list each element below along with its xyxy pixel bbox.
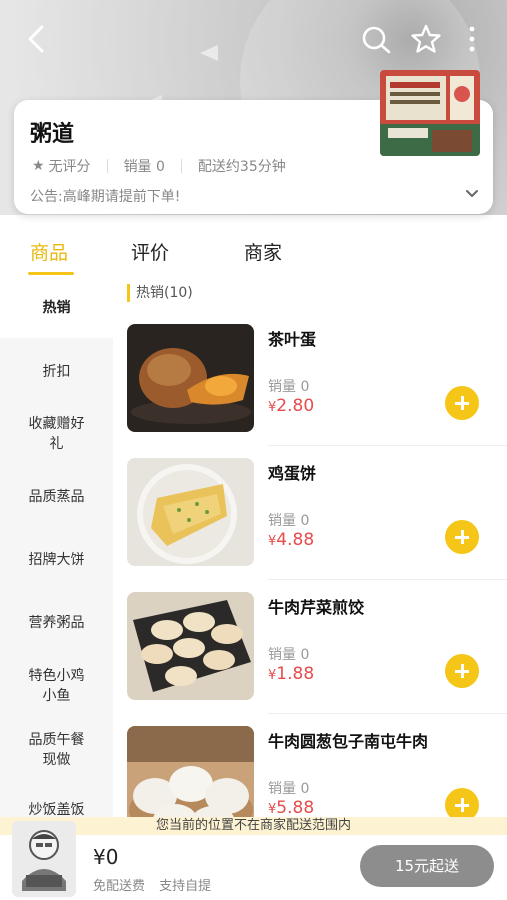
divider — [268, 579, 507, 580]
search-icon[interactable] — [360, 24, 392, 56]
shop-notice: 公告:高峰期请提前下单! — [30, 189, 181, 205]
self-pickup-label: 支持自提 — [159, 879, 212, 894]
sidebar-item-pancake[interactable]: 招牌大饼 — [0, 550, 113, 570]
product-item[interactable]: 鸡蛋饼 销量 0 ¥4.88 — [127, 458, 507, 592]
product-price: ¥2.80 — [268, 396, 315, 416]
add-to-cart-button[interactable] — [445, 386, 479, 420]
shop-stats: ★ 无评分 销量 0 配送约35分钟 — [32, 156, 286, 176]
cart-icon[interactable] — [12, 821, 76, 897]
sidebar-item-hot[interactable]: 热销 — [0, 278, 113, 338]
shop-logo-image — [380, 70, 480, 156]
tab-merchant[interactable]: 商家 — [244, 238, 282, 265]
sidebar-item-chicken-fish[interactable]: 特色小鸡小鱼 — [0, 666, 113, 706]
shop-delivery-time: 配送约35分钟 — [197, 159, 286, 175]
divider — [180, 159, 182, 173]
product-item[interactable]: 茶叶蛋 销量 0 ¥2.80 — [127, 324, 507, 458]
tab-reviews[interactable]: 评价 — [131, 238, 169, 265]
sidebar-item-favorite-gift[interactable]: 收藏赠好礼 — [0, 414, 113, 454]
sidebar-item-steamed[interactable]: 品质蒸品 — [0, 487, 113, 507]
product-name: 茶叶蛋 — [268, 330, 317, 349]
more-vertical-icon[interactable] — [462, 24, 482, 54]
product-sales: 销量 0 — [268, 647, 310, 663]
product-price: ¥4.88 — [268, 530, 315, 550]
tea-egg-image — [127, 324, 254, 432]
add-to-cart-button[interactable] — [445, 654, 479, 688]
delivery-range-warning: 您当前的位置不在商家配送范围内 — [0, 817, 507, 835]
star-icon[interactable] — [410, 23, 442, 55]
product-sales: 销量 0 — [268, 513, 310, 529]
product-name: 鸡蛋饼 — [268, 464, 317, 483]
product-item[interactable]: 牛肉芹菜煎饺 销量 0 ¥1.88 — [127, 592, 507, 726]
add-to-cart-button[interactable] — [445, 520, 479, 554]
tab-bar: 商品 评价 商家 — [0, 238, 507, 278]
product-sales: 销量 0 — [268, 781, 310, 797]
free-delivery-label: 免配送费 — [93, 879, 146, 894]
divider — [268, 445, 507, 446]
product-sales: 销量 0 — [268, 379, 310, 395]
divider — [106, 159, 108, 173]
rating-star-icon: ★ — [32, 158, 45, 174]
cart-total: ¥0 — [93, 845, 119, 869]
sidebar-item-porridge[interactable]: 营养粥品 — [0, 613, 113, 633]
divider — [268, 713, 507, 714]
chevron-down-icon[interactable] — [465, 186, 479, 200]
product-price: ¥5.88 — [268, 798, 315, 818]
cart-bar: ¥0 免配送费 支持自提 15元起送 — [0, 821, 507, 900]
tab-active-indicator — [28, 272, 74, 275]
sidebar-item-fried-rice[interactable]: 炒饭盖饭 — [0, 800, 113, 818]
category-sidebar: 热销 折扣 收藏赠好礼 品质蒸品 招牌大饼 营养粥品 特色小鸡小鱼 品质午餐现做… — [0, 278, 113, 818]
shop-name: 粥道 — [30, 122, 75, 147]
header-decoration — [200, 45, 218, 61]
back-arrow-icon[interactable] — [24, 24, 52, 54]
checkout-button[interactable]: 15元起送 — [360, 845, 494, 887]
product-name: 牛肉圆葱包子南屯牛肉 — [268, 732, 429, 751]
sidebar-item-lunch[interactable]: 品质午餐现做 — [0, 730, 113, 770]
dumpling-image — [127, 592, 254, 700]
cart-info: 免配送费 支持自提 — [93, 875, 221, 894]
shop-rating: 无评分 — [48, 159, 91, 175]
shop-sales: 销量 0 — [123, 159, 165, 175]
sidebar-item-discount[interactable]: 折扣 — [0, 362, 113, 382]
product-price: ¥1.88 — [268, 664, 315, 684]
tab-products[interactable]: 商品 — [30, 238, 68, 265]
egg-pancake-image — [127, 458, 254, 566]
product-name: 牛肉芹菜煎饺 — [268, 598, 365, 617]
section-title: 热销(10) — [127, 284, 193, 302]
